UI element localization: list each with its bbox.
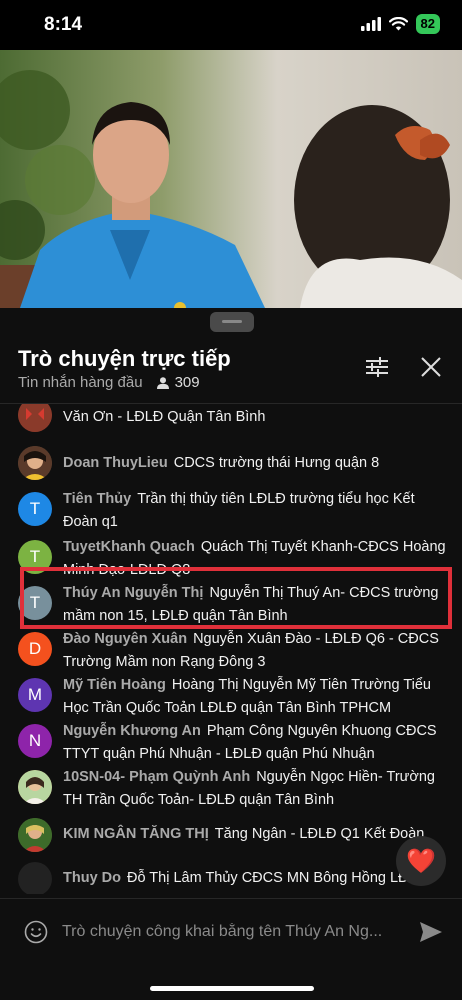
message-author[interactable]: Thuy Do [63, 870, 121, 886]
message-text: Tăng Ngân - LĐLĐ Q1 Kết Đoàn [214, 826, 425, 842]
message-author[interactable]: Mỹ Tiên Hoàng [63, 677, 166, 693]
status-icons: 82 [360, 14, 440, 34]
user-avatar [18, 770, 52, 804]
drag-handle[interactable] [210, 312, 254, 332]
message-author[interactable]: Doan ThuyLieu [63, 455, 168, 471]
avatar-image [18, 818, 52, 852]
divider [0, 898, 462, 899]
message-author[interactable]: KIM NGÂN TĂNG THỊ [63, 826, 209, 842]
user-avatar: M [18, 678, 52, 712]
user-avatar: N [18, 724, 52, 758]
user-avatar [18, 404, 52, 432]
battery-indicator: 82 [415, 14, 440, 34]
chat-message: N Nguyễn Khương An Phạm Công Nguyên Khuon… [18, 722, 448, 772]
heart-icon: ❤️ [406, 847, 436, 875]
send-icon[interactable] [418, 920, 444, 944]
chat-message: Thuy Do Đỗ Thị Lâm Thủy CĐCS MN Bông Hồng… [18, 862, 448, 894]
message-author[interactable]: Nguyễn Khương An [63, 723, 201, 739]
chat-message: D Đào Nguyên Xuân Nguyễn Xuân Đào - LĐLĐ … [18, 630, 448, 680]
message-text: CDCS trường thái Hưng quận 8 [173, 455, 380, 471]
user-avatar: D [18, 632, 52, 666]
home-indicator[interactable] [150, 986, 314, 991]
chat-message: M Mỹ Tiên Hoàng Hoàng Thị Nguyễn Mỹ Tiên … [18, 676, 448, 726]
user-avatar [18, 818, 52, 852]
message-author[interactable]: TuyetKhanh Quach [63, 539, 195, 555]
message-author[interactable]: 10SN-04- Phạm Quỳnh Anh [63, 769, 250, 785]
status-time: 8:14 [44, 14, 83, 35]
heart-reaction-button[interactable]: ❤️ [396, 836, 446, 886]
message-author[interactable]: Đào Nguyên Xuân [63, 631, 187, 647]
live-chat-panel: Trò chuyện trực tiếp Tin nhắn hàng đầu 3… [0, 308, 462, 1000]
user-avatar [18, 446, 52, 480]
wifi-icon [388, 17, 408, 31]
chat-message: Văn Ơn - LĐLĐ Quận Tân Bình [18, 404, 448, 432]
signal-icon [360, 17, 381, 31]
status-bar: 8:14 82 [0, 0, 462, 50]
viewer-count: 309 [174, 374, 200, 391]
chat-mode-label: Tin nhắn hàng đầu [18, 374, 143, 391]
filter-settings-icon[interactable] [364, 354, 390, 380]
avatar-image [18, 770, 52, 804]
chat-message: 10SN-04- Phạm Quỳnh Anh Nguyễn Ngọc Hiền-… [18, 768, 448, 818]
message-author[interactable]: Tiên Thủy [63, 491, 131, 507]
emoji-icon[interactable] [24, 920, 48, 944]
avatar-image [18, 446, 52, 480]
video-frame-image [0, 50, 462, 308]
user-avatar [18, 862, 52, 894]
avatar-image [18, 404, 52, 432]
chat-message-list[interactable]: Văn Ơn - LĐLĐ Quận Tân Bình Doan ThuyLie… [0, 404, 462, 894]
live-video-player[interactable] [0, 50, 462, 308]
highlight-box [20, 567, 452, 629]
user-avatar: T [18, 492, 52, 526]
chat-title: Trò chuyện trực tiếp [18, 346, 231, 371]
chat-message: Doan ThuyLieu CDCS trường thái Hưng quận … [18, 446, 448, 486]
close-icon[interactable] [418, 354, 444, 380]
person-icon [156, 376, 169, 389]
chat-message: KIM NGÂN TĂNG THỊ Tăng Ngân - LĐLĐ Q1 Kết… [18, 818, 448, 858]
message-text: Văn Ơn - LĐLĐ Quận Tân Bình [63, 409, 266, 425]
chat-message-input[interactable] [62, 918, 392, 946]
chat-filter-dropdown[interactable]: Tin nhắn hàng đầu 309 [18, 374, 200, 391]
chat-message: T Tiên Thủy Trần thị thủy tiên LĐLĐ trườn… [18, 490, 448, 540]
